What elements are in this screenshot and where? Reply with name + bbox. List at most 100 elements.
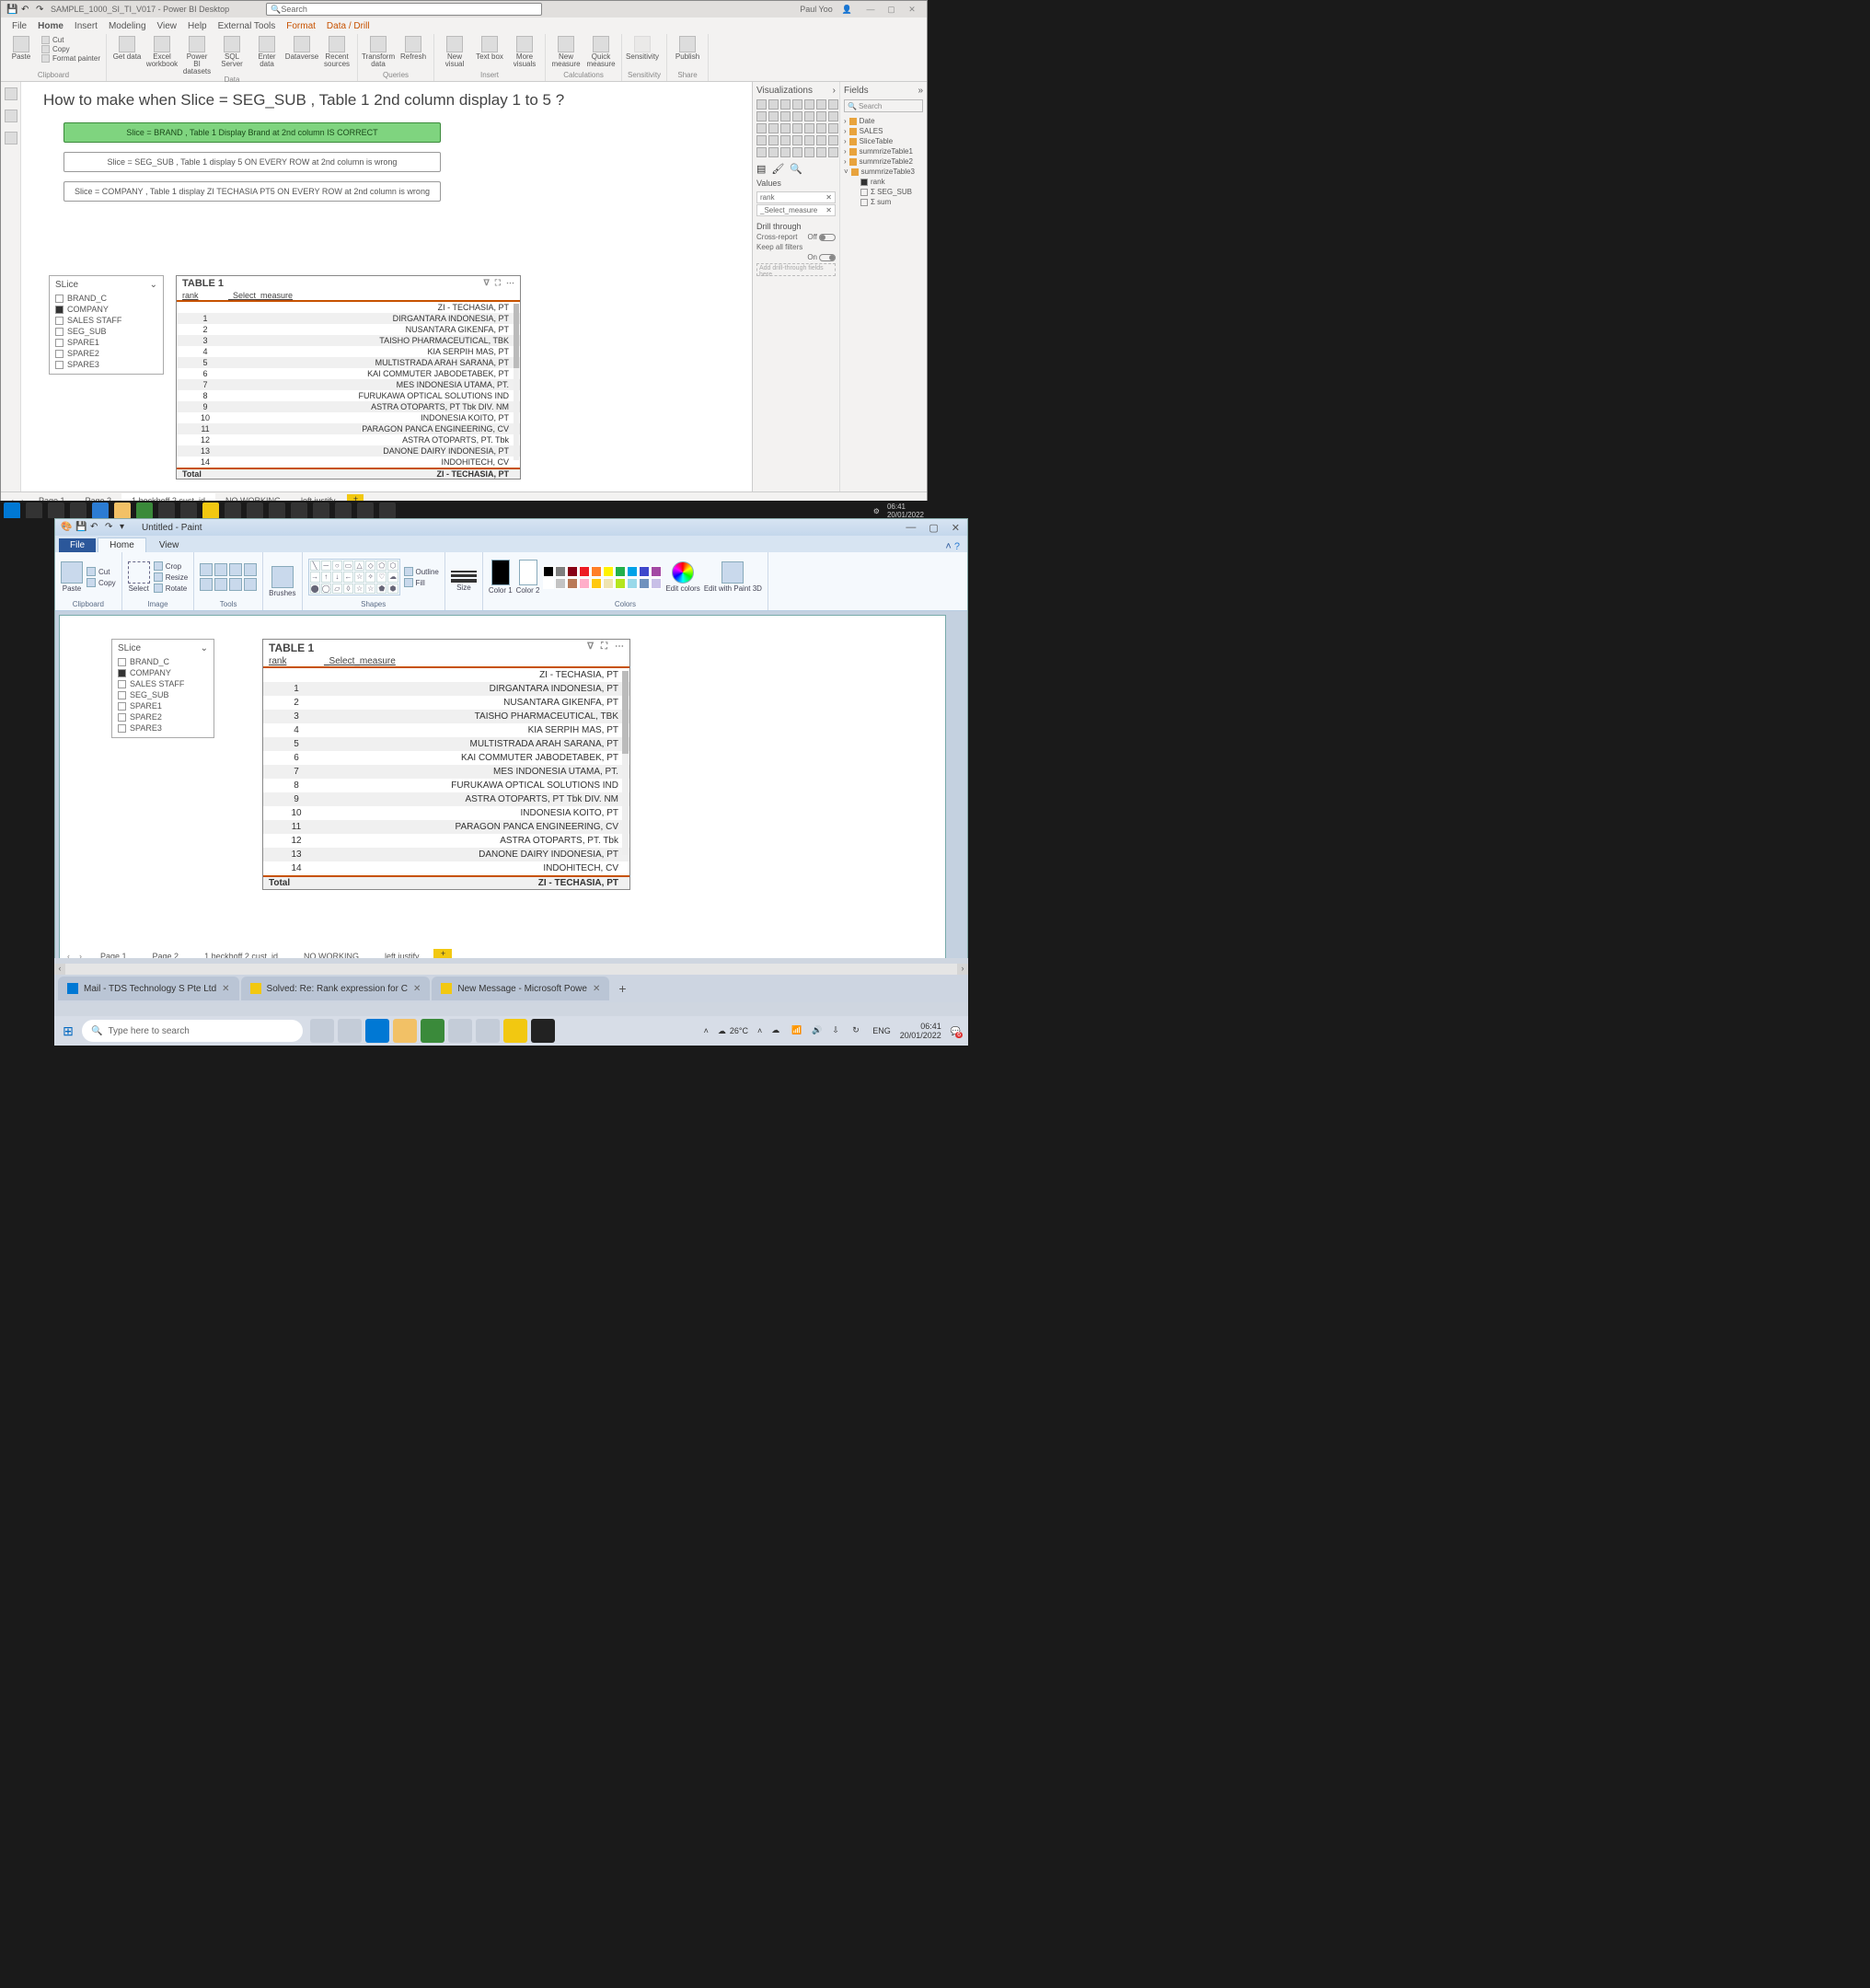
color-swatch[interactable]: [615, 566, 626, 577]
save-icon[interactable]: 💾: [6, 5, 16, 14]
shape-icon[interactable]: ✧: [365, 572, 375, 582]
slicer-option[interactable]: SEG_SUB: [55, 326, 157, 337]
shape-icon[interactable]: ☆: [365, 584, 375, 594]
clock[interactable]: 06:4120/01/2022: [900, 1022, 941, 1040]
field-column[interactable]: Σ SEG_SUB: [844, 187, 923, 197]
taskview-icon[interactable]: [70, 503, 87, 519]
viz-type-icon[interactable]: [792, 135, 802, 145]
copy-button[interactable]: Copy: [41, 45, 100, 53]
app-icon[interactable]: [225, 503, 241, 519]
sync-icon[interactable]: ↻: [852, 1025, 863, 1036]
viz-type-icon[interactable]: [828, 147, 838, 157]
field-well-select-measure[interactable]: _Select_measure✕: [756, 204, 836, 216]
table-row[interactable]: 10INDONESIA KOITO, PT: [177, 412, 520, 423]
new-visual-button[interactable]: New visual: [440, 36, 469, 68]
copy-button[interactable]: Copy: [87, 578, 116, 587]
tools-grid[interactable]: [200, 563, 257, 591]
onedrive-icon[interactable]: ☁: [771, 1025, 782, 1036]
scroll-right-icon[interactable]: ›: [957, 964, 968, 975]
shape-icon[interactable]: ▭: [343, 561, 353, 571]
search-icon[interactable]: [26, 503, 42, 519]
table-row[interactable]: 14INDOHITECH, CV: [177, 457, 520, 468]
tab-view[interactable]: View: [157, 21, 178, 31]
tab-help[interactable]: Help: [188, 21, 207, 31]
text-box-button[interactable]: Text box: [475, 36, 504, 61]
chevron-up-icon[interactable]: ˄: [704, 1026, 709, 1035]
sql-button[interactable]: SQL Server: [217, 36, 247, 68]
viz-type-icon[interactable]: [804, 111, 814, 121]
viz-type-icon[interactable]: [816, 123, 826, 133]
paint-icon[interactable]: [476, 1019, 500, 1043]
resize-button[interactable]: Resize: [154, 572, 188, 582]
text-icon[interactable]: [229, 563, 242, 576]
app-icon[interactable]: [158, 503, 175, 519]
field-table[interactable]: ›summrizeTable1: [844, 146, 923, 156]
titlebar-search[interactable]: 🔍 Search: [266, 3, 542, 16]
tab-format[interactable]: Format: [286, 21, 316, 31]
rotate-button[interactable]: Rotate: [154, 584, 188, 593]
color1-button[interactable]: Color 1: [489, 560, 513, 595]
minimize-icon[interactable]: —: [906, 522, 916, 534]
viz-type-icon[interactable]: [816, 111, 826, 121]
report-view-icon[interactable]: [5, 87, 17, 100]
viz-type-icon[interactable]: [756, 111, 767, 121]
focus-icon[interactable]: ⛶: [495, 278, 501, 289]
transform-data-button[interactable]: Transform data: [364, 36, 393, 68]
table-row[interactable]: 11PARAGON PANCA ENGINEERING, CV: [263, 820, 629, 834]
table-row[interactable]: 2NUSANTARA GIKENFA, PT: [177, 324, 520, 335]
explorer-icon[interactable]: [114, 503, 131, 519]
edit-colors-button[interactable]: Edit colors: [665, 561, 699, 593]
picker-icon[interactable]: [200, 578, 213, 591]
field-well-rank[interactable]: rank✕: [756, 191, 836, 203]
color-palette[interactable]: [543, 566, 662, 577]
new-measure-button[interactable]: New measure: [551, 36, 581, 68]
slicer-option[interactable]: SPARE1: [118, 700, 208, 711]
table-row[interactable]: 11PARAGON PANCA ENGINEERING, CV: [177, 423, 520, 434]
close-tab-icon[interactable]: ✕: [413, 984, 421, 994]
viz-type-icon[interactable]: [792, 111, 802, 121]
chevron-up-icon[interactable]: ˄: [757, 1026, 762, 1035]
publish-button[interactable]: Publish: [673, 36, 702, 61]
lang-indicator[interactable]: ENG: [872, 1026, 891, 1035]
pbi-datasets-button[interactable]: Power BI datasets: [182, 36, 212, 75]
app-icon[interactable]: [180, 503, 197, 519]
col-rank[interactable]: rank: [182, 291, 228, 300]
powerbi-icon[interactable]: [503, 1019, 527, 1043]
pencil-icon[interactable]: [200, 563, 213, 576]
shape-icon[interactable]: ♡: [376, 572, 387, 582]
app-icon[interactable]: [269, 503, 285, 519]
shape-icon[interactable]: ⬢: [387, 584, 398, 594]
model-view-icon[interactable]: [5, 132, 17, 144]
tab-modeling[interactable]: Modeling: [109, 21, 146, 31]
field-column[interactable]: Σ sum: [844, 197, 923, 207]
tab-file[interactable]: File: [59, 538, 96, 552]
table-row[interactable]: 8FURUKAWA OPTICAL SOLUTIONS IND: [263, 779, 629, 792]
app-icon[interactable]: [448, 1019, 472, 1043]
brushes-button[interactable]: Brushes: [269, 566, 295, 597]
viz-type-icon[interactable]: [756, 147, 767, 157]
cortana-icon[interactable]: [310, 1019, 334, 1043]
outline-button[interactable]: Outline: [404, 567, 439, 576]
viz-type-icon[interactable]: [816, 135, 826, 145]
slicer-option[interactable]: SEG_SUB: [118, 689, 208, 700]
table-row[interactable]: 3TAISHO PHARMACEUTICAL, TBK: [263, 710, 629, 723]
slicer-option[interactable]: SPARE2: [118, 711, 208, 722]
edge-icon[interactable]: [92, 503, 109, 519]
color-swatch[interactable]: [567, 566, 578, 577]
taskbar-search[interactable]: 🔍Type here to search: [82, 1020, 303, 1042]
viz-type-icon[interactable]: [780, 99, 791, 110]
app-icon[interactable]: [531, 1019, 555, 1043]
table-row[interactable]: 4KIA SERPIH MAS, PT: [177, 346, 520, 357]
viz-type-icon[interactable]: [828, 135, 838, 145]
table-row[interactable]: 12ASTRA OTOPARTS, PT. Tbk: [177, 434, 520, 445]
color-swatch[interactable]: [627, 566, 638, 577]
shape-icon[interactable]: ☆: [354, 572, 364, 582]
more-visuals-button[interactable]: More visuals: [510, 36, 539, 68]
shape-icon[interactable]: ○: [332, 561, 342, 571]
tab-view[interactable]: View: [148, 538, 190, 552]
viz-type-icon[interactable]: [792, 99, 802, 110]
browser-tab-solved[interactable]: Solved: Re: Rank expression for C✕: [241, 977, 431, 1000]
undo-icon[interactable]: ↶: [90, 522, 101, 533]
table-row[interactable]: 5MULTISTRADA ARAH SARANA, PT: [177, 357, 520, 368]
help-icon[interactable]: ?: [954, 541, 960, 552]
